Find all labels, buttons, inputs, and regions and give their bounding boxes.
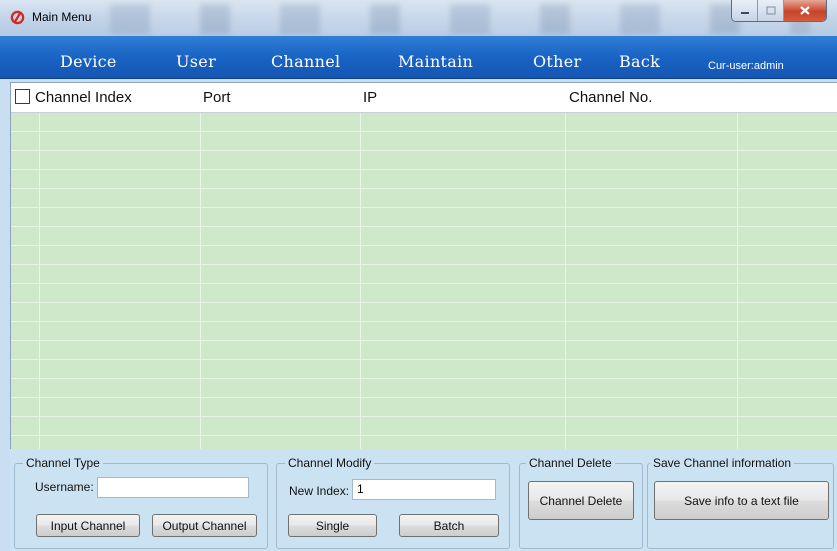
input-channel-button[interactable]: Input Channel — [36, 514, 140, 537]
minimize-button[interactable] — [732, 0, 758, 21]
save-info-button[interactable]: Save info to a text file — [654, 481, 829, 520]
channel-type-group: Channel Type Username: Input Channel Out… — [14, 456, 268, 549]
channel-modify-group: Channel Modify New Index: 1 Single Batch — [276, 456, 510, 549]
single-button[interactable]: Single — [288, 514, 377, 537]
menu-device[interactable]: Device — [60, 52, 117, 71]
username-label: Username: — [35, 480, 94, 494]
maximize-button[interactable] — [758, 0, 784, 21]
maximize-icon — [765, 6, 776, 15]
menu-back[interactable]: Back — [619, 52, 660, 71]
close-button[interactable] — [784, 0, 826, 21]
new-index-label: New Index: — [289, 484, 350, 498]
new-index-input[interactable]: 1 — [352, 479, 496, 500]
menu-user[interactable]: User — [176, 52, 216, 71]
app-logo-icon — [10, 10, 25, 25]
column-header-port[interactable]: Port — [203, 89, 231, 106]
table-body — [11, 113, 837, 450]
background-blur — [110, 4, 810, 34]
table-header: Channel Index Port IP Channel No. — [11, 83, 837, 113]
window-title: Main Menu — [32, 10, 92, 24]
minimize-icon — [740, 11, 749, 14]
column-header-channel-no[interactable]: Channel No. — [569, 89, 652, 106]
column-header-channel-index[interactable]: Channel Index — [35, 89, 132, 106]
column-divider — [39, 113, 40, 450]
column-divider — [737, 113, 738, 450]
menu-bar: Device User Channel Maintain Other Back … — [0, 36, 837, 79]
channel-table[interactable]: Channel Index Port IP Channel No. — [10, 82, 837, 450]
channel-type-title: Channel Type — [23, 456, 103, 470]
batch-button[interactable]: Batch — [399, 514, 499, 537]
column-header-ip[interactable]: IP — [363, 89, 377, 106]
close-icon — [800, 6, 810, 15]
channel-delete-group: Channel Delete Channel Delete — [519, 456, 643, 549]
save-info-title: Save Channel information — [650, 456, 795, 470]
title-bar: Main Menu — [0, 0, 837, 36]
username-input[interactable] — [97, 477, 249, 498]
output-channel-button[interactable]: Output Channel — [152, 514, 257, 537]
current-user-label: Cur-user:admin — [708, 60, 784, 72]
channel-delete-button[interactable]: Channel Delete — [528, 481, 634, 520]
column-divider — [360, 113, 361, 450]
column-divider — [200, 113, 201, 450]
menu-maintain[interactable]: Maintain — [398, 52, 473, 71]
channel-modify-title: Channel Modify — [285, 456, 375, 470]
select-all-checkbox[interactable] — [15, 89, 30, 104]
column-divider — [565, 113, 566, 450]
menu-channel[interactable]: Channel — [271, 52, 340, 71]
window-controls — [731, 0, 827, 22]
menu-other[interactable]: Other — [533, 52, 581, 71]
save-info-group: Save Channel information Save info to a … — [647, 456, 834, 549]
control-panel: Channel Type Username: Input Channel Out… — [10, 449, 837, 551]
channel-delete-title: Channel Delete — [526, 456, 615, 470]
